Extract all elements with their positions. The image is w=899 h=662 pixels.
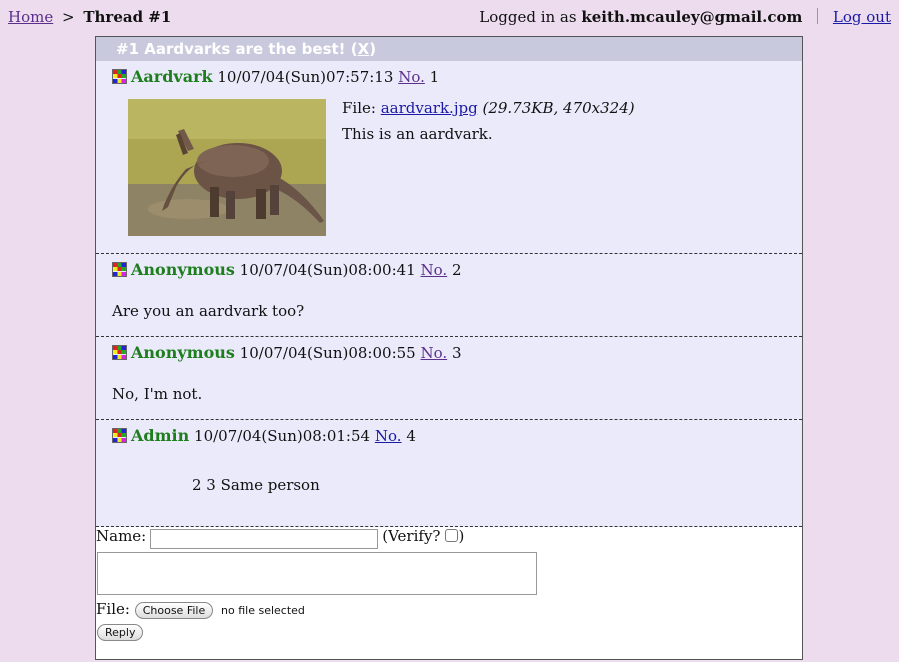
- poster-name: Admin: [131, 426, 190, 445]
- post-number-link[interactable]: No.: [421, 344, 448, 362]
- post: Aardvark 10/07/04(Sun)07:57:13 No. 1 Fil…: [96, 61, 802, 254]
- logout-link[interactable]: Log out: [833, 8, 891, 26]
- post-number-link[interactable]: No.: [421, 261, 448, 279]
- identicon-icon: [112, 262, 127, 277]
- post-number: 1: [429, 68, 440, 86]
- login-user: keith.mcauley@gmail.com: [581, 8, 803, 26]
- post-number-link[interactable]: No.: [375, 427, 402, 445]
- post-body: This is an aardvark.: [342, 125, 493, 143]
- top-bar: Home > Thread #1 Logged in as keith.mcau…: [8, 8, 891, 28]
- identicon-icon: [112, 345, 127, 360]
- file-row: File: Choose File no file selected: [96, 600, 305, 619]
- identicon-icon: [112, 69, 127, 84]
- file-label: File:: [342, 99, 376, 117]
- aardvark-illustration: [128, 99, 326, 236]
- post-date: 10/07/04(Sun)08:00:55: [239, 344, 416, 362]
- post-meta: Admin 10/07/04(Sun)08:01:54 No. 4: [112, 426, 416, 445]
- post-number: 3: [451, 344, 462, 362]
- breadcrumb: Home > Thread #1: [8, 8, 171, 26]
- poster-name: Anonymous: [131, 343, 235, 362]
- aardvark-image[interactable]: [128, 99, 326, 236]
- poster-name: Anonymous: [131, 260, 235, 279]
- post: Admin 10/07/04(Sun)08:01:54 No. 4 2 3 Sa…: [96, 420, 802, 527]
- post-body: 2 3 Same person: [192, 476, 320, 494]
- breadcrumb-current: Thread #1: [83, 8, 172, 26]
- post-meta: Anonymous 10/07/04(Sun)08:00:55 No. 3: [112, 343, 462, 362]
- identicon-icon: [112, 428, 127, 443]
- post-body: Are you an aardvark too?: [112, 302, 305, 320]
- verify-label: (Verify?: [382, 527, 441, 545]
- post-number: 2: [451, 261, 462, 279]
- thread-title-end: ): [369, 40, 377, 58]
- post: Anonymous 10/07/04(Sun)08:00:41 No. 2 Ar…: [96, 254, 802, 337]
- post-date: 10/07/04(Sun)07:57:13: [217, 68, 394, 86]
- name-label: Name:: [96, 527, 147, 545]
- post-date: 10/07/04(Sun)08:00:41: [239, 261, 416, 279]
- divider: [817, 8, 819, 24]
- file-field-label: File:: [96, 600, 130, 618]
- verify-checkbox[interactable]: [445, 529, 459, 542]
- reply-button[interactable]: Reply: [97, 624, 144, 641]
- thread-panel: #1 Aardvarks are the best! (X) Aardvark …: [95, 36, 803, 660]
- home-link[interactable]: Home: [8, 8, 53, 26]
- comment-textarea[interactable]: [97, 552, 537, 595]
- thread-title-text: #1 Aardvarks are the best! (: [116, 40, 358, 58]
- post: Anonymous 10/07/04(Sun)08:00:55 No. 3 No…: [96, 337, 802, 420]
- post-date: 10/07/04(Sun)08:01:54: [194, 427, 371, 445]
- post-number: 4: [406, 427, 416, 445]
- post-number-link[interactable]: No.: [398, 68, 425, 86]
- close-thread-link[interactable]: X: [358, 40, 370, 58]
- choose-file-button[interactable]: Choose File: [134, 602, 214, 619]
- file-link[interactable]: aardvark.jpg: [381, 99, 478, 117]
- file-size: (29.73KB, 470x324): [482, 99, 635, 117]
- thread-title: #1 Aardvarks are the best! (X): [96, 37, 802, 61]
- post-meta: Anonymous 10/07/04(Sun)08:00:41 No. 2: [112, 260, 462, 279]
- breadcrumb-separator: >: [62, 8, 75, 26]
- verify-close: ): [458, 527, 465, 545]
- name-input[interactable]: [150, 528, 379, 549]
- post-body: No, I'm not.: [112, 385, 203, 403]
- login-prefix: Logged in as: [479, 8, 577, 26]
- login-status: Logged in as keith.mcauley@gmail.com Log…: [479, 8, 891, 26]
- post-meta: Aardvark 10/07/04(Sun)07:57:13 No. 1: [112, 67, 439, 86]
- name-row: Name: (Verify?): [96, 527, 464, 549]
- poster-name: Aardvark: [131, 67, 213, 86]
- file-status: no file selected: [221, 604, 305, 617]
- file-info: File: aardvark.jpg (29.73KB, 470x324): [342, 99, 635, 117]
